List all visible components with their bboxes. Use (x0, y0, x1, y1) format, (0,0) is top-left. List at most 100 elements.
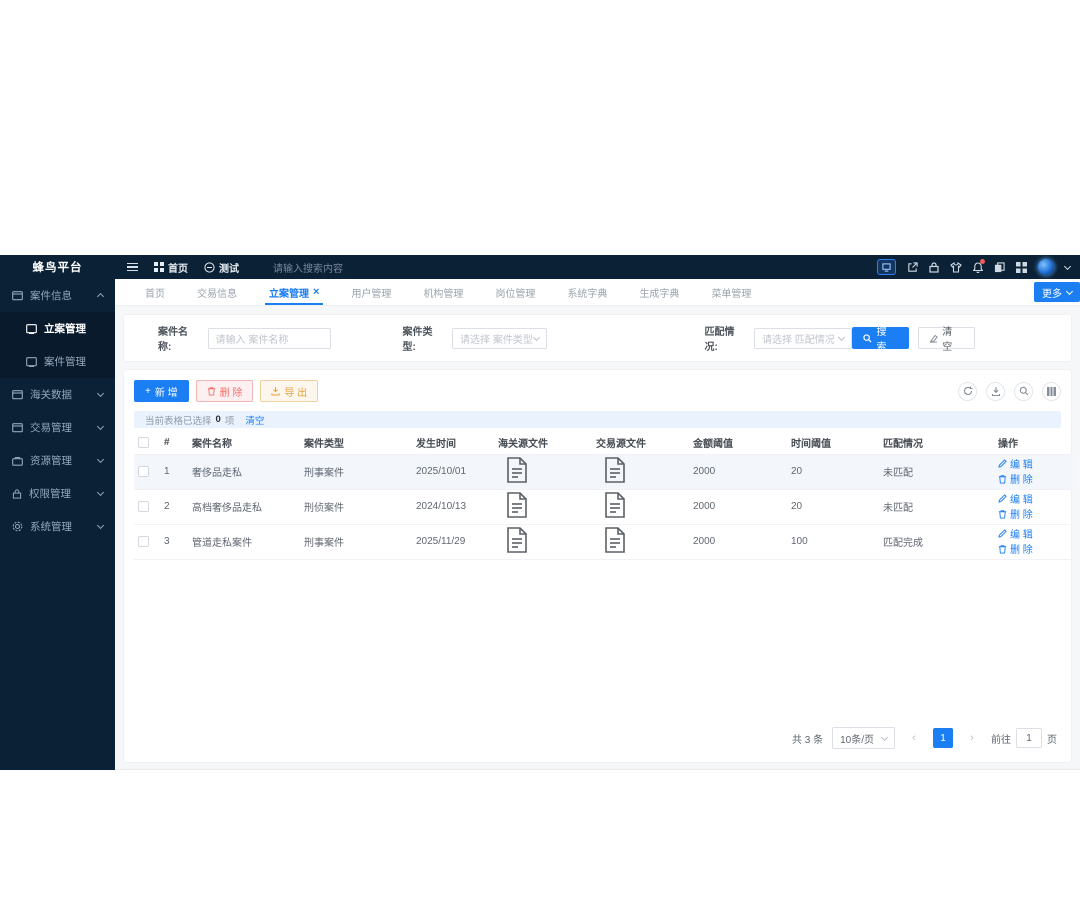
cell-date: 2025/10/01 (412, 453, 494, 489)
export-icon[interactable] (986, 381, 1005, 401)
file-document-icon[interactable] (604, 527, 626, 553)
external-link-icon[interactable] (907, 261, 918, 273)
file-document-icon[interactable] (506, 457, 528, 483)
add-button[interactable]: + 新 增 (134, 380, 189, 402)
search-icon (863, 333, 872, 343)
col-match: 匹配情况 (883, 438, 923, 450)
chevron-down-icon[interactable] (1063, 262, 1072, 270)
global-search-input[interactable]: 请输入搜索内容 (273, 260, 343, 275)
cell-date: 2025/11/29 (412, 523, 494, 560)
table-row: 2 高档奢侈品走私 刑侦案件 2024/10/13 2000 20 未匹配 编 … (134, 488, 1074, 524)
match-status-select[interactable]: 请选择 匹配情况 (754, 327, 853, 349)
lock-icon (12, 488, 22, 499)
delete-link[interactable]: 删 除 (998, 506, 1033, 521)
gear-icon (12, 521, 23, 532)
search-button[interactable]: 搜 索 (852, 327, 910, 353)
sidebar-item-trade-manage[interactable]: 交易管理 (0, 411, 115, 444)
theme-icon[interactable] (950, 261, 962, 273)
edit-link[interactable]: 编 辑 (998, 526, 1033, 541)
chevron-up-icon (96, 292, 105, 301)
delete-link[interactable]: 删 除 (998, 471, 1033, 486)
case-type-label: 案件类型: (402, 327, 433, 353)
row-checkbox[interactable] (138, 465, 149, 477)
breadcrumb-page[interactable]: 测试 (204, 260, 239, 275)
tab-post-manage[interactable]: 岗位管理 (479, 279, 551, 305)
apps-grid-icon[interactable] (1016, 261, 1027, 273)
tab-org-manage[interactable]: 机构管理 (407, 279, 479, 305)
edit-link[interactable]: 编 辑 (998, 456, 1033, 471)
chevron-down-icon (96, 422, 105, 431)
row-checkbox[interactable] (138, 535, 149, 547)
refresh-icon[interactable] (958, 381, 977, 401)
goto-page-input[interactable]: 1 (1016, 728, 1042, 748)
tab-case-filing[interactable]: 立案管理 × (253, 279, 335, 305)
case-name-input[interactable]: 请输入 案件名称 (207, 327, 331, 349)
pagination-total: 共 3 条 (791, 734, 824, 746)
case-type-select[interactable]: 请选择 案件类型 (452, 327, 547, 349)
sidebar-item-customs-data[interactable]: 海关数据 (0, 378, 115, 411)
circle-minus-icon (204, 261, 215, 273)
file-document-icon[interactable] (604, 492, 626, 518)
select-all-checkbox[interactable] (138, 436, 149, 448)
filter-case-name: 案件名称: 请输入 案件名称 (158, 323, 331, 353)
chevron-down-icon (532, 333, 540, 341)
sidebar-item-label: 案件管理 (44, 356, 86, 368)
cell-amount: 2000 (689, 488, 787, 524)
cell-amount: 2000 (689, 523, 787, 560)
sidebar-item-case-filing[interactable]: 立案管理 (0, 312, 115, 345)
sidebar-item-system-manage[interactable]: 系统管理 (0, 510, 115, 543)
zoom-icon[interactable] (1014, 381, 1033, 401)
lock-icon[interactable] (929, 261, 939, 273)
page-size-select[interactable]: 10条/页 (832, 727, 895, 749)
tab-gen-dict[interactable]: 生成字典 (623, 279, 695, 305)
filter-panel: 案件名称: 请输入 案件名称 案件类型: 请选择 案件类型 匹配情况: 请选择 … (123, 314, 1072, 362)
col-case-name: 案件名称 (192, 438, 232, 450)
column-setting-icon[interactable] (1042, 381, 1061, 401)
plus-icon: + (145, 385, 151, 397)
page-number-1[interactable]: 1 (933, 728, 953, 748)
app-window: 蜂鸟平台 首页 测试 请输入搜索内容 案件信息 立案管理 案件管理 海关数据 交… (0, 255, 1080, 770)
selection-clear-link[interactable]: 清空 (245, 413, 264, 427)
row-checkbox[interactable] (138, 500, 149, 512)
hamburger-menu-icon[interactable] (127, 262, 138, 272)
avatar[interactable] (1038, 259, 1054, 275)
grid-icon (154, 262, 164, 272)
tab-user-manage[interactable]: 用户管理 (335, 279, 407, 305)
delete-link[interactable]: 删 除 (998, 541, 1033, 556)
tab-trade-info[interactable]: 交易信息 (181, 279, 253, 305)
cell-case-name: 奢侈品走私 (188, 453, 300, 489)
table-tool-icons (958, 381, 1061, 401)
filter-actions: 搜 索 清 空 (852, 327, 975, 353)
delete-button[interactable]: 删 除 (195, 380, 254, 402)
table-toolbar: + 新 增 删 除 导 出 (134, 378, 1061, 404)
col-time: 时间阈值 (791, 438, 831, 450)
tab-menu-manage[interactable]: 菜单管理 (695, 279, 767, 305)
col-date: 发生时间 (416, 438, 456, 450)
tabs-more-button[interactable]: 更多 (1034, 282, 1080, 302)
tab-home[interactable]: 首页 (129, 279, 181, 305)
file-document-icon[interactable] (604, 457, 626, 483)
monitor-icon[interactable] (877, 259, 896, 275)
close-icon[interactable]: × (313, 286, 319, 298)
reset-button[interactable]: 清 空 (918, 327, 975, 353)
col-index: # (164, 436, 170, 448)
sidebar-item-permission-manage[interactable]: 权限管理 (0, 477, 115, 510)
sidebar-item-case-manage[interactable]: 案件管理 (0, 345, 115, 378)
bell-icon[interactable] (973, 258, 985, 273)
breadcrumb-home[interactable]: 首页 (154, 260, 188, 275)
selection-info-bar: 当前表格已选择 0 项 清空 (134, 411, 1061, 428)
copy-icon[interactable] (994, 261, 1005, 273)
edit-link[interactable]: 编 辑 (998, 491, 1033, 506)
chevron-down-icon (880, 733, 889, 741)
export-button[interactable]: 导 出 (260, 380, 319, 402)
file-document-icon[interactable] (506, 527, 528, 553)
cell-match: 未匹配 (879, 488, 994, 524)
next-page-button[interactable]: › (962, 728, 982, 748)
tab-system-dict[interactable]: 系统字典 (551, 279, 623, 305)
chevron-down-icon (838, 333, 846, 341)
sidebar-item-case-info[interactable]: 案件信息 (0, 279, 115, 312)
sidebar-item-resource-manage[interactable]: 资源管理 (0, 444, 115, 477)
file-document-icon[interactable] (506, 492, 528, 518)
cell-index: 2 (160, 488, 188, 524)
prev-page-button[interactable]: ‹ (904, 728, 924, 748)
